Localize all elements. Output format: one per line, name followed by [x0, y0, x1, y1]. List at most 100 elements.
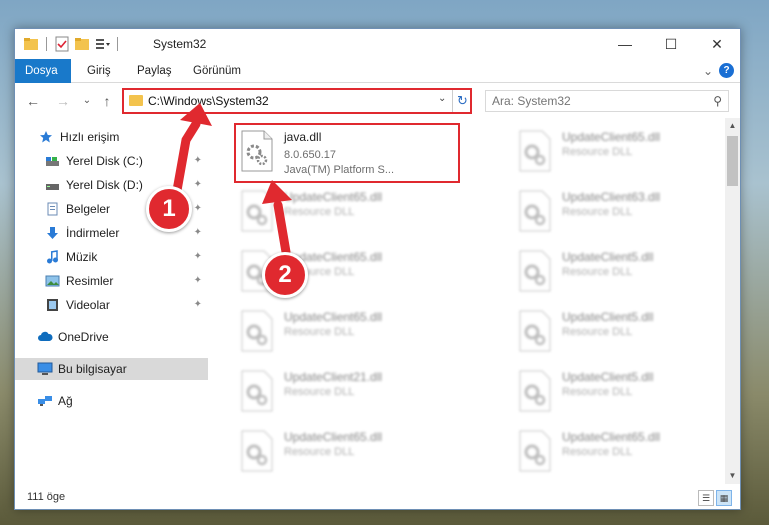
folder-icon[interactable]	[23, 36, 39, 52]
pin-icon[interactable]: ✦	[194, 155, 202, 166]
navigation-pane: Hızlı erişim Yerel Disk (C:) ✦ Yerel Dis…	[15, 118, 208, 484]
dll-file-icon	[518, 310, 552, 352]
pictures-icon	[45, 274, 60, 288]
file-item[interactable]: UpdateClient21.dll Resource DLL	[236, 366, 456, 420]
dll-file-icon	[240, 190, 274, 232]
drive-icon	[45, 154, 60, 168]
vertical-scrollbar[interactable]: ▲ ▼	[725, 118, 740, 484]
customize-icon[interactable]	[94, 36, 110, 52]
file-name: UpdateClient5.dll	[562, 250, 654, 264]
back-button[interactable]: ←	[25, 92, 41, 110]
scroll-up-icon[interactable]: ▲	[725, 118, 740, 134]
view-buttons: ☰ ▦	[698, 490, 732, 506]
sidebar-item-label: İndirmeler	[66, 226, 120, 240]
title-bar: System32 — ☐ ✕	[15, 29, 740, 59]
file-item[interactable]: UpdateClient5.dll Resource DLL	[514, 366, 725, 420]
file-item[interactable]: UpdateClient5.dll Resource DLL	[514, 246, 725, 300]
file-name: UpdateClient65.dll	[562, 430, 661, 444]
toolbar-divider	[46, 37, 47, 51]
status-bar: 111 öge ☰ ▦	[15, 487, 740, 509]
sidebar-item-muzik[interactable]: Müzik ✦	[15, 246, 208, 268]
item-count: 111 öge	[27, 491, 66, 503]
sidebar-item-quick-access[interactable]: Hızlı erişim	[15, 126, 208, 148]
sidebar-item-videolar[interactable]: Videolar ✦	[15, 294, 208, 316]
search-input[interactable]	[492, 94, 692, 108]
maximize-button[interactable]: ☐	[648, 29, 694, 59]
scroll-thumb[interactable]	[727, 136, 738, 186]
details-view-icon[interactable]: ☰	[698, 490, 714, 506]
sidebar-item-this-pc[interactable]: Bu bilgisayar	[15, 358, 208, 380]
cloud-icon	[37, 330, 53, 344]
file-item[interactable]: UpdateClient5.dll Resource DLL	[514, 306, 725, 360]
minimize-button[interactable]: —	[602, 29, 648, 59]
forward-button[interactable]: →	[55, 92, 71, 110]
close-button[interactable]: ✕	[694, 29, 740, 59]
file-item[interactable]: UpdateClient65.dll Resource DLL	[236, 426, 456, 480]
documents-icon	[45, 202, 60, 216]
recent-locations-button[interactable]: ⌄	[79, 92, 95, 110]
pin-icon[interactable]: ✦	[194, 275, 202, 286]
file-name: UpdateClient5.dll	[562, 310, 654, 324]
sidebar-item-label: OneDrive	[58, 330, 109, 344]
file-name: UpdateClient65.dll	[284, 430, 383, 444]
pin-icon[interactable]: ✦	[194, 227, 202, 238]
file-type: Resource DLL	[284, 326, 355, 338]
pin-icon[interactable]: ✦	[194, 251, 202, 262]
tiles-view-icon[interactable]: ▦	[716, 490, 732, 506]
file-item[interactable]: UpdateClient65.dll Resource DLL	[236, 306, 456, 360]
navigation-bar: ← → ⌄ ↑ C:\Windows\System32 ⌄ ↻ ⚲	[15, 84, 740, 118]
file-item[interactable]: UpdateClient65.dll Resource DLL	[514, 426, 725, 480]
file-type: Resource DLL	[562, 146, 633, 158]
quick-access-toolbar	[23, 35, 121, 53]
properties-icon[interactable]	[54, 36, 70, 52]
refresh-icon[interactable]: ↻	[452, 90, 472, 112]
sidebar-item-label: Yerel Disk (C:)	[66, 154, 143, 168]
star-icon	[39, 130, 54, 144]
file-item[interactable]: UpdateClient65.dll Resource DLL	[514, 126, 725, 180]
tab-paylas[interactable]: Paylaş	[127, 59, 182, 83]
search-box[interactable]: ⚲	[485, 90, 729, 112]
sidebar-item-onedrive[interactable]: OneDrive	[15, 326, 208, 348]
ribbon-collapse-icon[interactable]: ⌄	[703, 64, 713, 78]
file-type: Resource DLL	[562, 326, 633, 338]
file-item[interactable]: UpdateClient63.dll Resource DLL	[514, 186, 725, 240]
window-title: System32	[153, 37, 207, 51]
tab-giris[interactable]: Giriş	[77, 59, 121, 83]
pin-icon[interactable]: ✦	[194, 299, 202, 310]
pin-icon[interactable]: ✦	[194, 203, 202, 214]
file-type: Resource DLL	[284, 386, 355, 398]
file-name: UpdateClient5.dll	[562, 370, 654, 384]
dll-file-icon	[240, 370, 274, 412]
file-type: Resource DLL	[284, 206, 355, 218]
sidebar-item-disk-c[interactable]: Yerel Disk (C:) ✦	[15, 150, 208, 172]
toolbar-divider	[117, 37, 118, 51]
tab-gorunum[interactable]: Görünüm	[183, 59, 251, 83]
address-path[interactable]: C:\Windows\System32	[148, 94, 269, 108]
sidebar-item-label: Belgeler	[66, 202, 111, 216]
file-name: UpdateClient65.dll	[284, 190, 383, 204]
dll-file-icon	[518, 430, 552, 472]
explorer-window: System32 — ☐ ✕ Dosya Giriş Paylaş Görünü…	[14, 28, 741, 510]
address-bar[interactable]: C:\Windows\System32 ⌄ ↻	[122, 88, 472, 114]
tab-dosya[interactable]: Dosya	[15, 59, 71, 83]
file-item[interactable]: UpdateClient65.dll Resource DLL	[236, 186, 456, 240]
up-button[interactable]: ↑	[99, 92, 115, 110]
help-icon[interactable]: ?	[719, 63, 734, 78]
new-folder-icon[interactable]	[74, 36, 90, 52]
sidebar-item-resimler[interactable]: Resimler ✦	[15, 270, 208, 292]
folder-icon	[129, 95, 143, 106]
file-name: UpdateClient65.dll	[284, 310, 383, 324]
dll-file-icon	[518, 250, 552, 292]
sidebar-item-network[interactable]: Ağ	[15, 390, 208, 412]
pin-icon[interactable]: ✦	[194, 179, 202, 190]
sidebar-item-label: Hızlı erişim	[60, 130, 120, 144]
download-icon	[45, 226, 60, 240]
scroll-down-icon[interactable]: ▼	[725, 468, 740, 484]
sidebar-item-label: Müzik	[66, 250, 98, 264]
file-name: UpdateClient65.dll	[562, 130, 661, 144]
chevron-down-icon[interactable]: ⌄	[438, 93, 446, 104]
dll-file-icon	[518, 130, 552, 172]
file-list: java.dll 8.0.650.17 Java(TM) Platform S.…	[210, 118, 725, 484]
search-icon[interactable]: ⚲	[713, 94, 722, 108]
file-type: Resource DLL	[562, 446, 633, 458]
